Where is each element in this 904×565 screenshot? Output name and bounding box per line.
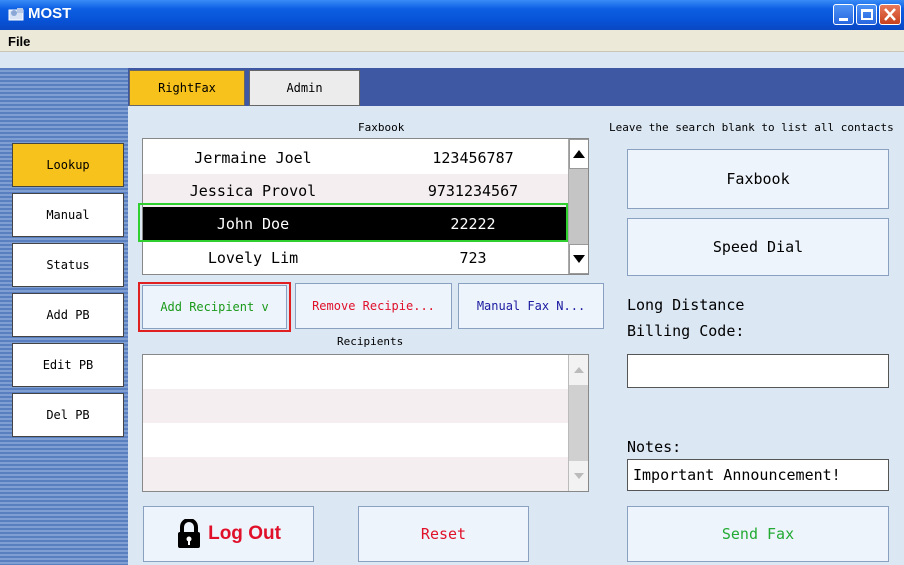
recipients-scrollbar[interactable] — [568, 355, 588, 491]
maximize-button[interactable] — [856, 4, 877, 25]
faxbook-row-number: 723 — [459, 248, 487, 267]
faxbook-row-name: Jermaine Joel — [194, 148, 312, 167]
recipients-label: Recipients — [337, 335, 404, 348]
manual-fax-number-button[interactable]: Manual Fax N... — [458, 283, 604, 329]
faxbook-row-name: Lovely Lim — [207, 248, 299, 267]
faxbook-row[interactable]: Lovely Lim 723 — [143, 241, 570, 274]
send-fax-button[interactable]: Send Fax — [627, 506, 889, 562]
sidebar-item-del-pb[interactable]: Del PB — [12, 393, 124, 437]
close-button[interactable] — [879, 4, 901, 25]
recipients-list — [142, 354, 589, 492]
sidebar-item-lookup[interactable]: Lookup — [12, 143, 124, 187]
faxbook-row[interactable]: Jessica Provol 9731234567 — [143, 174, 570, 207]
reset-button[interactable]: Reset — [358, 506, 529, 562]
app-icon — [8, 8, 24, 21]
faxbook-row-name: John Doe — [216, 214, 290, 233]
faxbook-button[interactable]: Faxbook — [627, 149, 889, 209]
faxbook-row-selected[interactable]: John Doe 22222 — [143, 207, 570, 240]
scroll-up-button[interactable] — [569, 139, 588, 169]
minimize-button[interactable] — [833, 4, 854, 25]
sidebar-item-status[interactable]: Status — [12, 243, 124, 287]
scroll-up-arrow-icon — [573, 150, 585, 158]
faxbook-row-number: 22222 — [450, 214, 496, 233]
add-recipient-button[interactable]: Add Recipient v — [142, 285, 287, 329]
sidebar-item-manual[interactable]: Manual — [12, 193, 124, 237]
list-item[interactable] — [143, 355, 570, 389]
speed-dial-button[interactable]: Speed Dial — [627, 218, 889, 276]
faxbook-row-number: 123456787 — [432, 148, 514, 167]
notes-label: Notes: — [627, 438, 682, 456]
faxbook-label: Faxbook — [358, 121, 405, 134]
billing-label-line1: Long Distance — [627, 296, 745, 314]
sidebar-item-add-pb[interactable]: Add PB — [12, 293, 124, 337]
close-icon — [884, 8, 896, 21]
list-item[interactable] — [143, 457, 570, 491]
lock-icon — [178, 519, 201, 548]
scroll-down-arrow-icon — [573, 473, 584, 479]
scroll-down-button[interactable] — [569, 461, 588, 491]
faxbook-list: Jermaine Joel 123456787 Jessica Provol 9… — [142, 138, 589, 275]
title-bar: MOST — [0, 0, 904, 30]
faxbook-row-name: Jessica Provol — [189, 181, 317, 200]
sidebar-item-edit-pb[interactable]: Edit PB — [12, 343, 124, 387]
scroll-down-button[interactable] — [569, 244, 588, 274]
tab-admin[interactable]: Admin — [249, 70, 360, 106]
minimize-icon — [839, 18, 848, 21]
maximize-icon — [861, 9, 873, 20]
logout-label: Log Out — [208, 523, 281, 544]
list-item[interactable] — [143, 423, 570, 457]
search-hint: Leave the search blank to list all conta… — [609, 121, 894, 134]
menu-bar: File — [0, 30, 904, 52]
tab-rightfax[interactable]: RightFax — [129, 70, 245, 106]
scroll-thumb[interactable] — [569, 169, 588, 237]
faxbook-scrollbar[interactable] — [568, 139, 588, 274]
faxbook-row[interactable]: Jermaine Joel 123456787 — [143, 141, 570, 174]
menu-file[interactable]: File — [8, 34, 30, 49]
remove-recipient-button[interactable]: Remove Recipie... — [295, 283, 452, 329]
logout-button[interactable]: Log Out — [143, 506, 314, 562]
notes-field[interactable]: Important Announcement! — [627, 459, 889, 491]
scroll-down-arrow-icon — [573, 255, 585, 263]
window-title: MOST — [28, 5, 72, 22]
scroll-up-arrow-icon — [573, 367, 584, 373]
billing-code-field[interactable] — [627, 354, 889, 388]
faxbook-row-number: 9731234567 — [427, 181, 519, 200]
list-item[interactable] — [143, 389, 570, 423]
billing-label-line2: Billing Code: — [627, 322, 745, 340]
scroll-up-button[interactable] — [569, 355, 588, 385]
